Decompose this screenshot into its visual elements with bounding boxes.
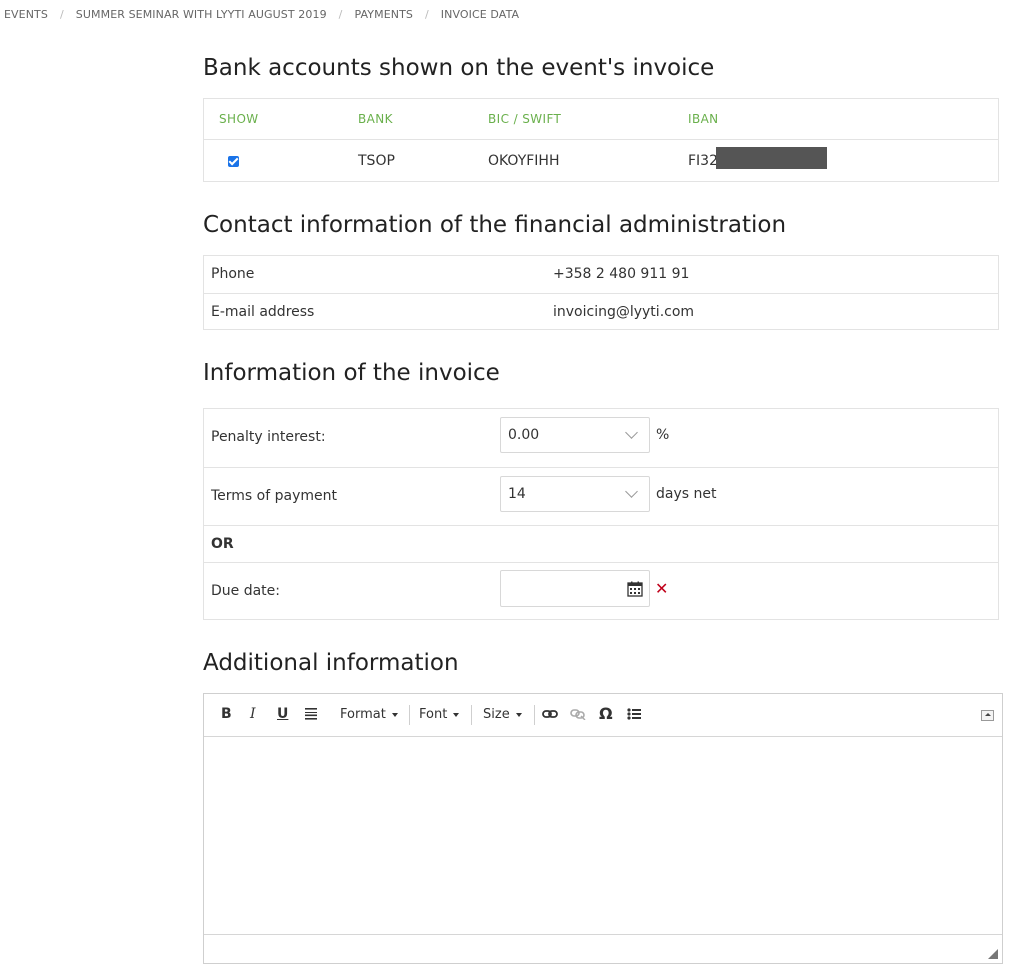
email-value: invoicing@lyyti.com: [553, 304, 695, 320]
penalty-interest-label: Penalty interest:: [211, 429, 326, 445]
size-dropdown[interactable]: Size: [483, 707, 522, 722]
bank-name: TSOP: [358, 153, 395, 169]
invoice-info-table: Penalty interest: 0.00 % Terms of paymen…: [203, 408, 999, 620]
breadcrumb-separator: /: [59, 8, 64, 21]
or-row: OR: [204, 525, 998, 562]
terms-of-payment-row: Terms of payment 14 days net: [204, 467, 998, 525]
editor-statusbar: [204, 934, 1002, 963]
penalty-interest-row: Penalty interest: 0.00 %: [204, 409, 998, 467]
strikethrough-icon[interactable]: [304, 706, 318, 722]
breadcrumb-separator: /: [338, 8, 343, 21]
chevron-down-icon: [625, 426, 638, 439]
breadcrumb-payments[interactable]: PAYMENTS: [354, 8, 413, 21]
table-row: TSOP OKOYFIHH FI32: [204, 139, 998, 181]
special-character-button[interactable]: Ω: [599, 706, 613, 722]
contact-info-title: Contact information of the financial adm…: [203, 212, 787, 238]
column-header-iban: IBAN: [688, 112, 719, 126]
penalty-interest-select[interactable]: 0.00: [500, 417, 650, 453]
breadcrumb-current: INVOICE DATA: [440, 8, 520, 21]
breadcrumb-separator: /: [424, 8, 429, 21]
terms-of-payment-select[interactable]: 14: [500, 476, 650, 512]
table-row: Phone +358 2 480 911 91: [204, 256, 998, 293]
column-header-bic: BIC / SWIFT: [488, 112, 562, 126]
italic-button[interactable]: I: [250, 706, 256, 722]
toolbar-separator: [409, 705, 410, 725]
column-header-bank: BANK: [358, 112, 393, 126]
iban-value: FI32: [688, 153, 718, 169]
due-date-row: Due date: ✕: [204, 562, 998, 619]
breadcrumb-events[interactable]: EVENTS: [4, 8, 48, 21]
editor-content-area[interactable]: [204, 737, 1002, 935]
column-header-show: SHOW: [219, 112, 259, 126]
contact-info-table: Phone +358 2 480 911 91 E-mail address i…: [203, 255, 999, 330]
toolbar-separator: [471, 705, 472, 725]
chevron-down-icon: [625, 485, 638, 498]
clear-date-icon[interactable]: ✕: [655, 579, 668, 598]
unlink-icon[interactable]: [570, 708, 586, 720]
bank-accounts-title: Bank accounts shown on the event's invoi…: [203, 55, 715, 81]
breadcrumb-event[interactable]: SUMMER SEMINAR WITH LYYTI AUGUST 2019: [76, 8, 327, 21]
bank-table-header: SHOW BANK BIC / SWIFT IBAN: [204, 99, 998, 139]
terms-of-payment-label: Terms of payment: [211, 488, 337, 504]
percent-unit: %: [656, 427, 670, 443]
toolbar-separator: [534, 705, 535, 725]
format-dropdown[interactable]: Format: [340, 707, 398, 722]
editor-toolbar: B I U Format Font Size Ω: [204, 694, 1002, 737]
due-date-input[interactable]: [500, 570, 650, 607]
resize-handle-icon[interactable]: [988, 949, 998, 959]
collapse-toolbar-button[interactable]: [981, 710, 994, 721]
calendar-icon[interactable]: [627, 581, 643, 597]
due-date-label: Due date:: [211, 583, 281, 599]
email-label: E-mail address: [211, 304, 315, 320]
font-dropdown[interactable]: Font: [419, 707, 460, 722]
underline-button[interactable]: U: [277, 706, 288, 722]
redacted-iban-block: [716, 147, 827, 169]
rich-text-editor: B I U Format Font Size Ω: [203, 693, 1003, 964]
phone-value: +358 2 480 911 91: [553, 266, 690, 282]
bank-accounts-table: SHOW BANK BIC / SWIFT IBAN TSOP OKOYFIHH…: [203, 98, 999, 182]
bold-button[interactable]: B: [221, 706, 232, 722]
invoice-info-title: Information of the invoice: [203, 360, 500, 386]
days-net-unit: days net: [656, 486, 717, 502]
show-checkbox[interactable]: [228, 156, 239, 167]
additional-info-title: Additional information: [203, 650, 459, 676]
table-row: E-mail address invoicing@lyyti.com: [204, 293, 998, 330]
bic-code: OKOYFIHH: [488, 153, 560, 169]
breadcrumb: EVENTS / SUMMER SEMINAR WITH LYYTI AUGUST …: [4, 8, 519, 22]
link-icon[interactable]: [542, 708, 558, 720]
or-label: OR: [211, 536, 234, 552]
bulleted-list-icon[interactable]: [627, 707, 642, 721]
phone-label: Phone: [211, 266, 255, 282]
